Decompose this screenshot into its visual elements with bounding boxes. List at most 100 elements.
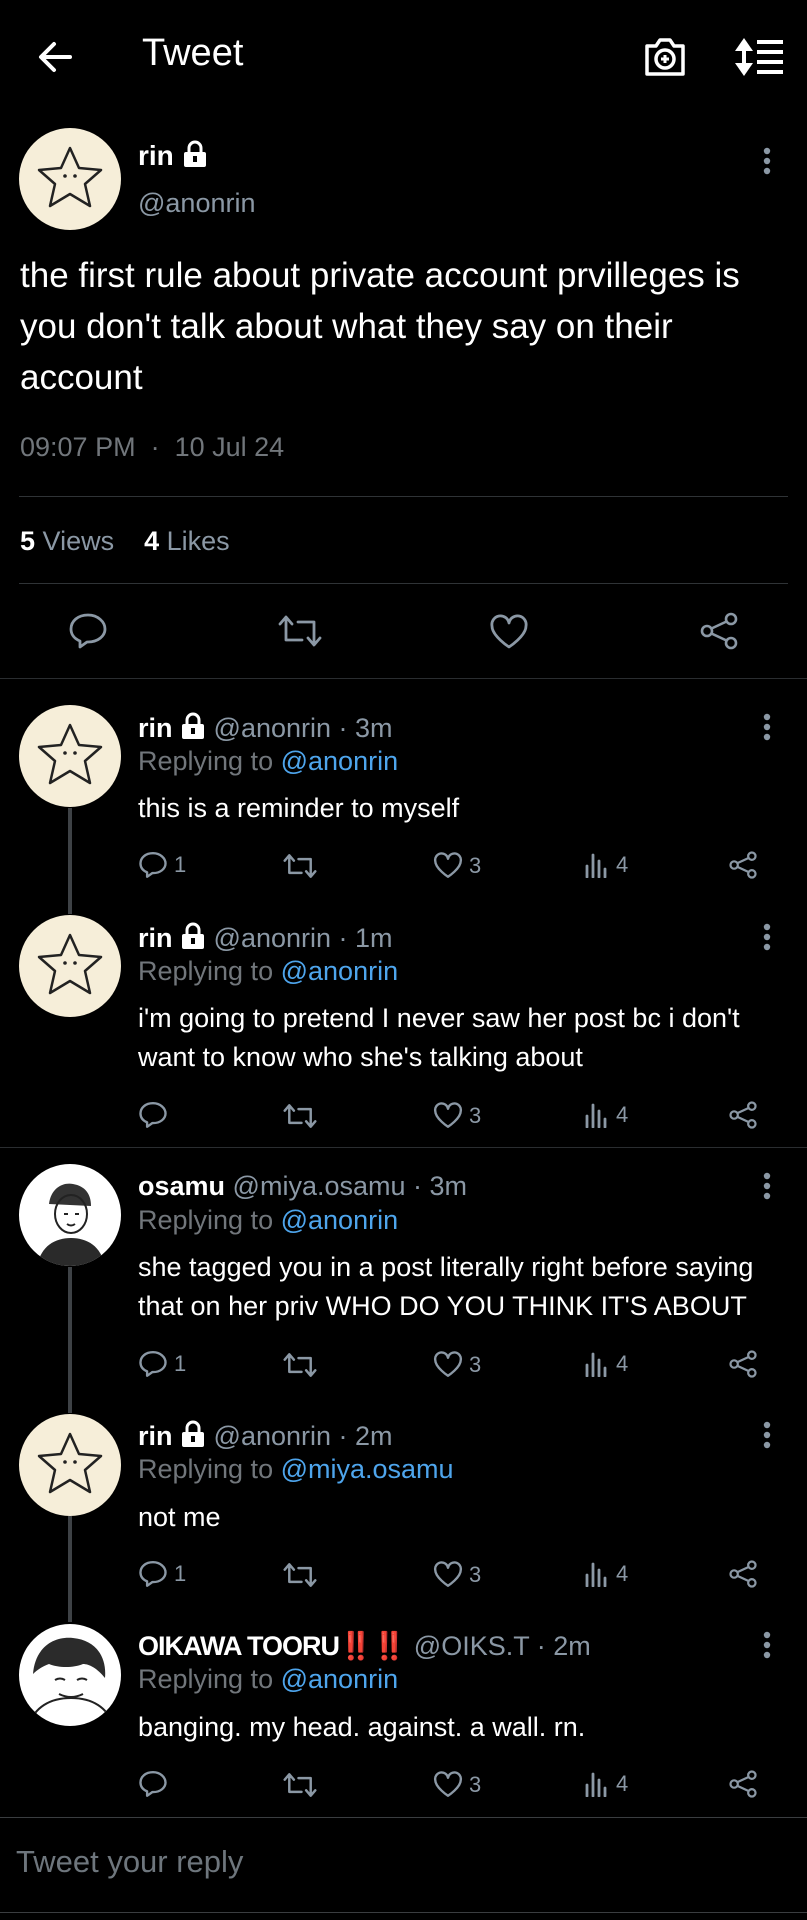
retweet-icon [283, 1353, 317, 1377]
reply-header[interactable]: osamu @miya.osamu · 3m [138, 1171, 467, 1202]
back-arrow-icon[interactable] [36, 38, 74, 76]
reply-button[interactable]: 1 [138, 851, 186, 879]
thread-line [68, 808, 72, 914]
author-handle[interactable]: @anonrin [138, 188, 255, 219]
retweet-button[interactable] [283, 1352, 317, 1378]
divider [0, 1817, 807, 1818]
reply-icon [139, 1351, 167, 1377]
like-button[interactable]: 3 [433, 1102, 481, 1129]
divider [0, 678, 807, 679]
replying-to: Replying to @anonrin [138, 956, 399, 986]
tweet-text: the first rule about private account prv… [20, 256, 740, 397]
views-button[interactable]: 4 [584, 1102, 628, 1128]
like-icon [434, 1102, 462, 1128]
like-button[interactable]: 3 [433, 1561, 481, 1588]
divider [0, 1912, 807, 1913]
bar-chart-icon [585, 1772, 607, 1797]
reply-button[interactable] [138, 1770, 174, 1798]
reply-icon[interactable] [68, 612, 108, 650]
reply-header[interactable]: rin @anonrin · 2m [138, 1420, 393, 1452]
reply-icon [139, 1771, 167, 1797]
share-button[interactable] [728, 1560, 758, 1588]
share-button[interactable] [728, 1770, 758, 1798]
camera-icon[interactable] [643, 36, 687, 78]
more-options-icon[interactable] [755, 146, 779, 176]
author-name[interactable]: rin [138, 140, 208, 172]
views-button[interactable]: 4 [584, 1561, 628, 1587]
share-icon [729, 851, 757, 879]
reply-icon [139, 1561, 167, 1587]
like-button[interactable]: 3 [433, 1771, 481, 1798]
reply-button[interactable]: 1 [138, 1560, 186, 1588]
retweet-icon[interactable] [278, 614, 322, 648]
lock-icon [182, 712, 205, 739]
retweet-button[interactable] [283, 1103, 317, 1129]
tweet-stats: 5 Views 4 Likes [20, 526, 230, 556]
views-button[interactable]: 4 [584, 1351, 628, 1377]
like-icon [434, 852, 462, 878]
avatar[interactable] [19, 915, 121, 1017]
like-icon[interactable] [489, 614, 529, 650]
reply-icon [139, 1102, 167, 1128]
reply-header[interactable]: OIKAWA TOORU‼️‼️ @OIKS.T · 2m [138, 1630, 591, 1662]
replying-to: Replying to @anonrin [138, 746, 399, 776]
mention-link[interactable]: @anonrin [281, 746, 398, 776]
tweet-timestamp: 09:07 PM · 10 Jul 24 [20, 432, 285, 462]
avatar[interactable] [19, 1164, 121, 1266]
more-options-icon[interactable] [755, 1630, 779, 1660]
reply-button[interactable]: 1 [138, 1350, 186, 1378]
reply-text: not me [138, 1502, 221, 1532]
page-title: Tweet [142, 32, 244, 74]
retweet-icon [283, 854, 317, 878]
like-icon [434, 1351, 462, 1377]
sort-icon[interactable] [733, 36, 785, 78]
more-options-icon[interactable] [755, 1171, 779, 1201]
avatar[interactable] [19, 128, 121, 230]
like-icon [434, 1561, 462, 1587]
lock-icon [182, 1420, 205, 1447]
more-options-icon[interactable] [755, 712, 779, 742]
share-button[interactable] [728, 851, 758, 879]
like-button[interactable]: 3 [433, 852, 481, 879]
more-options-icon[interactable] [755, 1420, 779, 1450]
more-options-icon[interactable] [755, 922, 779, 952]
reply-header[interactable]: rin @anonrin · 1m [138, 922, 393, 954]
avatar[interactable] [19, 1414, 121, 1516]
share-icon[interactable] [699, 612, 739, 650]
lock-icon [183, 140, 206, 167]
share-button[interactable] [728, 1350, 758, 1378]
share-button[interactable] [728, 1101, 758, 1129]
retweet-icon [283, 1563, 317, 1587]
reply-icon [139, 852, 167, 878]
reply-text: she tagged you in a post literally right… [138, 1252, 754, 1321]
retweet-icon [283, 1773, 317, 1797]
views-button[interactable]: 4 [584, 852, 628, 878]
retweet-button[interactable] [283, 1772, 317, 1798]
share-icon [729, 1101, 757, 1129]
reply-text: this is a reminder to myself [138, 793, 460, 823]
mention-link[interactable]: @anonrin [281, 1205, 398, 1235]
mention-link[interactable]: @anonrin [281, 1664, 398, 1694]
mention-link[interactable]: @miya.osamu [281, 1454, 454, 1484]
lock-icon [182, 922, 205, 949]
reply-text: banging. my head. against. a wall. rn. [138, 1712, 586, 1742]
divider [19, 583, 788, 584]
retweet-button[interactable] [283, 1562, 317, 1588]
divider [0, 1147, 807, 1148]
bar-chart-icon [585, 1103, 607, 1128]
views-button[interactable]: 4 [584, 1771, 628, 1797]
avatar[interactable] [19, 705, 121, 807]
top-bar: Tweet [0, 0, 807, 115]
reply-header[interactable]: rin @anonrin · 3m [138, 712, 393, 744]
thread-line [68, 1516, 72, 1622]
retweet-button[interactable] [283, 853, 317, 879]
replying-to: Replying to @miya.osamu [138, 1454, 454, 1484]
reply-button[interactable] [138, 1101, 174, 1129]
share-icon [729, 1350, 757, 1378]
reply-input[interactable]: Tweet your reply [16, 1844, 243, 1880]
avatar[interactable] [19, 1624, 121, 1726]
like-button[interactable]: 3 [433, 1351, 481, 1378]
share-icon [729, 1560, 757, 1588]
reply-text: i'm going to pretend I never saw her pos… [138, 1003, 740, 1072]
mention-link[interactable]: @anonrin [281, 956, 398, 986]
